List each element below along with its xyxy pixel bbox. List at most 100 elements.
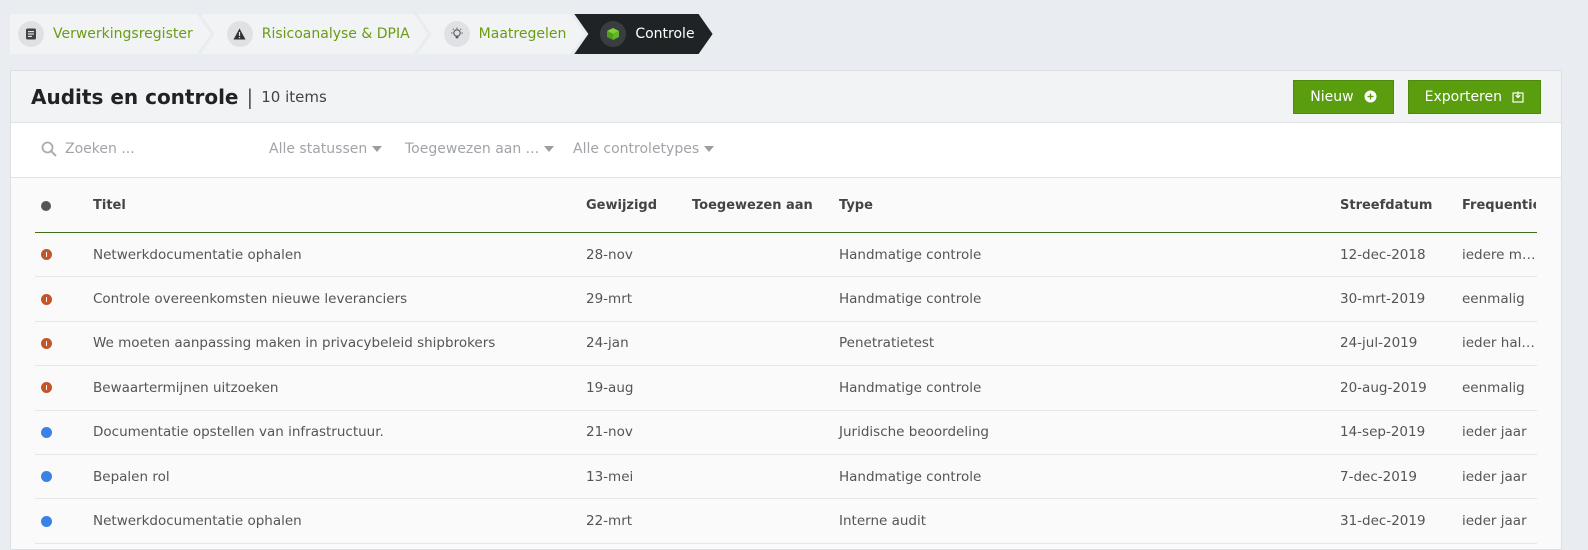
warning-icon: [227, 21, 253, 47]
assigned-filter-dropdown[interactable]: Toegewezen aan ...: [405, 141, 555, 157]
status-filter-dropdown[interactable]: Alle statussen: [269, 141, 383, 157]
frequency-cell: ieder jaar: [1462, 411, 1536, 454]
frequency-cell: iedere maand: [1462, 233, 1536, 276]
type-cell: Handmatige controle: [839, 246, 982, 263]
due-cell: 24-jul-2019: [1340, 335, 1418, 352]
page-title: Audits en controle: [31, 84, 239, 109]
modified-cell: 24-jan: [586, 335, 629, 352]
table-header: Titel Gewijzigd Toegewezen aan Type Stre…: [35, 179, 1537, 233]
title-cell[interactable]: We moeten aanpassing maken in privacybel…: [93, 322, 563, 365]
status-cell: [41, 499, 52, 542]
breadcrumb-controle[interactable]: Controle: [574, 14, 712, 54]
due-cell: 14-sep-2019: [1340, 424, 1426, 441]
audits-table: Titel Gewijzigd Toegewezen aan Type Stre…: [35, 179, 1537, 544]
alert-status-icon: [41, 249, 52, 261]
status-cell: [41, 411, 52, 454]
plus-circle-icon: [1364, 90, 1377, 103]
table-row[interactable]: Netwerkdocumentatie ophalen 28-nov Handmat…: [35, 233, 1537, 278]
type-filter-label: Alle controletypes: [573, 141, 700, 157]
modified-cell: 29-mrt: [586, 291, 633, 308]
due-column-header[interactable]: Streefdatum: [1340, 179, 1432, 232]
frequency-text: ieder jaar: [1462, 468, 1527, 485]
due-cell: 20-aug-2019: [1340, 379, 1427, 396]
export-button[interactable]: Exporteren: [1407, 79, 1541, 114]
new-button[interactable]: Nieuw: [1293, 79, 1394, 114]
title-separator: |: [246, 84, 254, 109]
frequency-text: eenmalig: [1462, 379, 1525, 396]
export-icon: [1512, 91, 1524, 103]
header-actions: Nieuw Exporteren: [1293, 79, 1541, 114]
assigned-column-header[interactable]: Toegewezen aan: [692, 179, 813, 232]
breadcrumb-risicoanalyse[interactable]: Risicoanalyse & DPIA: [201, 14, 428, 54]
frequency-text: ieder halfjaar: [1462, 335, 1536, 352]
modified-column-header[interactable]: Gewijzigd: [586, 179, 657, 232]
item-count: 10 items: [261, 87, 327, 106]
search-icon: [41, 141, 57, 157]
modified-cell: 21-nov: [586, 424, 633, 441]
breadcrumb-label: Maatregelen: [478, 26, 567, 42]
frequency-column-header[interactable]: Frequentie: [1462, 179, 1536, 232]
search-input[interactable]: Zoeken ...: [41, 141, 135, 157]
frequency-cell: ieder jaar: [1462, 455, 1536, 498]
status-cell: [41, 233, 52, 276]
title-column-header[interactable]: Titel: [93, 179, 563, 232]
title-cell[interactable]: Documentatie opstellen van infrastructuu…: [93, 411, 563, 454]
title-cell[interactable]: Bewaartermijnen uitzoeken: [93, 366, 563, 409]
assigned-filter-label: Toegewezen aan ...: [405, 141, 540, 157]
table-row[interactable]: Netwerkdocumentatie ophalen 22-mrt Interne…: [35, 499, 1537, 544]
status-cell: [41, 366, 52, 409]
breadcrumb-label: Controle: [635, 26, 695, 42]
title-cell[interactable]: Netwerkdocumentatie ophalen: [93, 233, 563, 276]
table-row[interactable]: Bewaartermijnen uitzoeken 19-aug Handmatig…: [35, 366, 1537, 411]
table-row[interactable]: We moeten aanpassing maken in privacybel…: [35, 322, 1537, 367]
breadcrumb-maatregelen[interactable]: Maatregelen: [418, 14, 585, 54]
modified-cell: 13-mei: [586, 468, 634, 485]
new-button-label: Nieuw: [1310, 88, 1354, 105]
frequency-cell: eenmalig: [1462, 277, 1536, 320]
status-cell: [41, 277, 52, 320]
type-cell: Interne audit: [839, 513, 927, 530]
caret-down-icon: [372, 146, 383, 152]
title-cell[interactable]: Bepalen rol: [93, 455, 563, 498]
audits-panel: Audits en controle | 10 items Nieuw Expo…: [10, 70, 1562, 550]
table-body: Netwerkdocumentatie ophalen 28-nov Handmat…: [35, 233, 1537, 544]
type-cell: Juridische beoordeling: [839, 424, 989, 441]
open-status-icon: [41, 426, 52, 438]
frequency-text: eenmalig: [1462, 291, 1525, 308]
filter-bar: Zoeken ... Alle statussen Toegewezen aan…: [11, 123, 1561, 178]
modified-cell: 28-nov: [586, 246, 633, 263]
lightbulb-icon: [444, 21, 470, 47]
due-cell: 12-dec-2018: [1340, 246, 1426, 263]
table-row[interactable]: Documentatie opstellen van infrastructuu…: [35, 411, 1537, 455]
frequency-text: ieder jaar: [1462, 513, 1527, 530]
breadcrumb: Verwerkingsregister Risicoanalyse & DPIA…: [10, 14, 717, 54]
type-cell: Penetratietest: [839, 335, 935, 352]
status-filter-label: Alle statussen: [269, 141, 368, 157]
document-icon: [18, 21, 44, 47]
alert-status-icon: [41, 337, 52, 349]
modified-cell: 22-mrt: [586, 513, 633, 530]
type-column-header[interactable]: Type: [839, 179, 873, 232]
breadcrumb-verwerkingsregister[interactable]: Verwerkingsregister: [10, 14, 211, 54]
title-cell[interactable]: Controle overeenkomsten nieuwe leveranci…: [93, 277, 563, 320]
type-cell: Handmatige controle: [839, 468, 982, 485]
open-status-icon: [41, 471, 52, 483]
frequency-cell: ieder halfjaar: [1462, 322, 1536, 365]
table-row[interactable]: Bepalen rol 13-mei Handmatige controle 7-de…: [35, 455, 1537, 500]
status-column-header[interactable]: [41, 179, 51, 232]
type-cell: Handmatige controle: [839, 291, 982, 308]
breadcrumb-label: Risicoanalyse & DPIA: [261, 26, 410, 42]
export-button-label: Exporteren: [1424, 88, 1502, 105]
table-row[interactable]: Controle overeenkomsten nieuwe leveranci…: [35, 277, 1537, 322]
status-cell: [41, 455, 52, 498]
search-placeholder: Zoeken ...: [65, 141, 135, 157]
caret-down-icon: [544, 146, 555, 152]
breadcrumb-label: Verwerkingsregister: [53, 26, 193, 42]
title-cell[interactable]: Netwerkdocumentatie ophalen: [93, 499, 563, 542]
modified-cell: 19-aug: [586, 379, 634, 396]
alert-status-icon: [41, 293, 52, 305]
type-filter-dropdown[interactable]: Alle controletypes: [573, 141, 715, 157]
status-cell: [41, 322, 52, 365]
frequency-text: ieder jaar: [1462, 424, 1527, 441]
open-status-icon: [41, 515, 52, 527]
